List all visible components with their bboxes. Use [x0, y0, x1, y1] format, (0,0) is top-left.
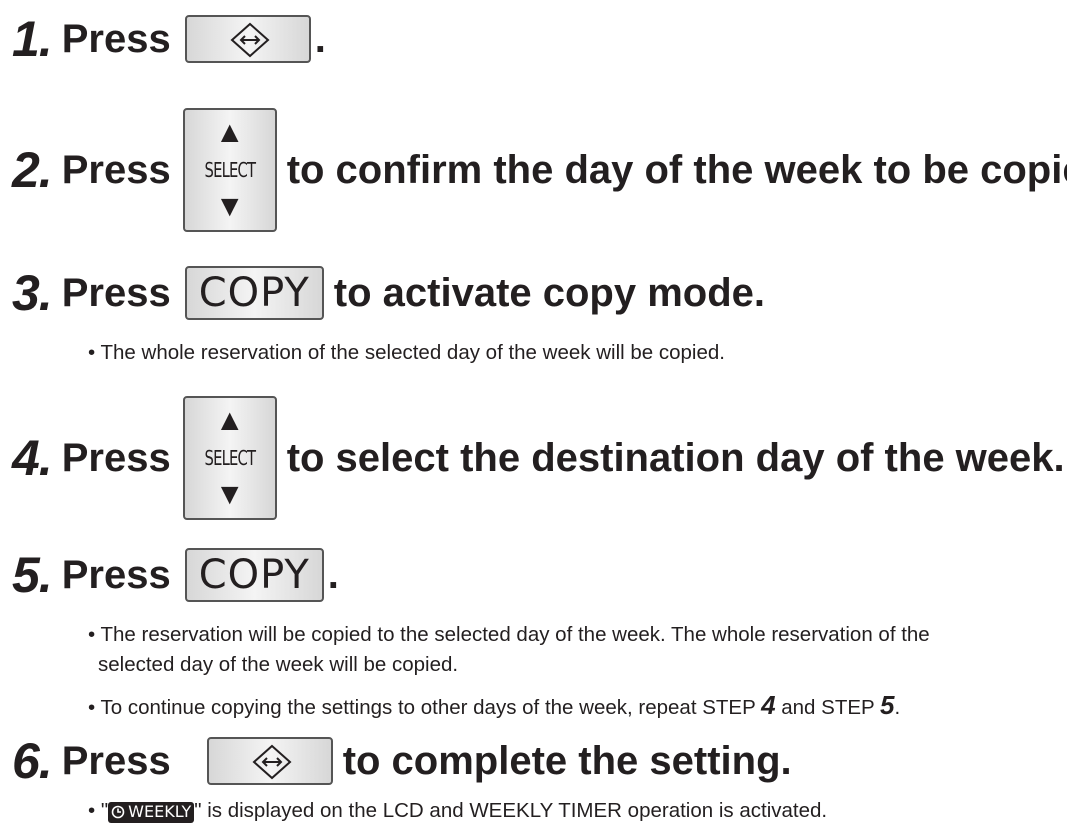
note-text: • To continue copying the settings to ot…: [88, 696, 762, 719]
clock-icon: [111, 805, 125, 819]
step-number: 6.: [12, 733, 53, 789]
select-button-label: SELECT: [204, 446, 255, 470]
step-press-text: Press: [61, 553, 171, 597]
enter-diamond-icon: [230, 22, 270, 58]
triangle-up-icon: ▲: [214, 404, 245, 437]
step-press-text: Press: [61, 271, 171, 315]
step-press-text: Press: [61, 436, 171, 480]
step-press-text: Press: [61, 148, 171, 192]
step-number: 2.: [12, 142, 53, 198]
step-number: 3.: [12, 265, 53, 321]
step-number: 1.: [12, 11, 53, 67]
step-3: 3. Press COPY to activate copy mode.: [12, 266, 765, 320]
step-1: 1. Press .: [12, 14, 326, 64]
step-tail-text: to activate copy mode.: [333, 271, 766, 315]
note-text: .: [894, 696, 901, 719]
note-line: • The reservation will be copied to the …: [88, 623, 930, 646]
copy-button[interactable]: COPY: [184, 266, 324, 320]
step-6: 6. Press to complete the setting.: [12, 736, 792, 786]
step-6-note: • " WEEKLY " is displayed on the LCD and W…: [88, 796, 827, 826]
step-press-text: Press: [61, 739, 171, 783]
note-text: and STEP: [775, 696, 881, 719]
step-tail-text: .: [314, 17, 326, 61]
step-5-note-b: • To continue copying the settings to ot…: [88, 690, 900, 723]
step-3-note: • The whole reservation of the selected …: [88, 341, 725, 364]
step-number: 4.: [12, 430, 53, 486]
note-line: selected day of the week will be copied.: [98, 653, 459, 676]
step-ref: 4: [761, 690, 776, 720]
triangle-down-icon: ▼: [214, 478, 245, 511]
enter-button[interactable]: [184, 15, 311, 63]
step-5: 5. Press COPY .: [12, 548, 339, 602]
note-text: " is displayed on the LCD and WEEKLY TIM…: [194, 799, 828, 822]
enter-diamond-icon: [252, 744, 292, 780]
step-tail-text: to confirm the day of the week to be cop…: [286, 148, 1067, 192]
select-button[interactable]: ▲ SELECT ▼: [182, 108, 277, 232]
step-2: 2. Press ▲ SELECT ▼ to confirm the day o…: [12, 108, 1067, 232]
step-number: 5.: [12, 547, 53, 603]
triangle-down-icon: ▼: [214, 190, 245, 223]
triangle-up-icon: ▲: [214, 116, 245, 149]
note-text: • ": [88, 799, 109, 822]
step-tail-text: to complete the setting.: [342, 739, 792, 783]
select-button[interactable]: ▲ SELECT ▼: [182, 396, 277, 520]
step-tail-text: to select the destination day of the wee…: [286, 436, 1065, 480]
step-ref: 5: [880, 690, 895, 720]
copy-button[interactable]: COPY: [184, 548, 324, 602]
badge-label: WEEKLY: [128, 802, 192, 821]
weekly-indicator-badge: WEEKLY: [108, 801, 195, 823]
step-press-text: Press: [61, 17, 171, 61]
step-5-note-a: • The reservation will be copied to the …: [88, 620, 930, 680]
step-tail-text: .: [327, 553, 339, 597]
step-4: 4. Press ▲ SELECT ▼ to select the destin…: [12, 396, 1065, 520]
enter-button[interactable]: [206, 737, 333, 785]
select-button-label: SELECT: [204, 158, 255, 182]
